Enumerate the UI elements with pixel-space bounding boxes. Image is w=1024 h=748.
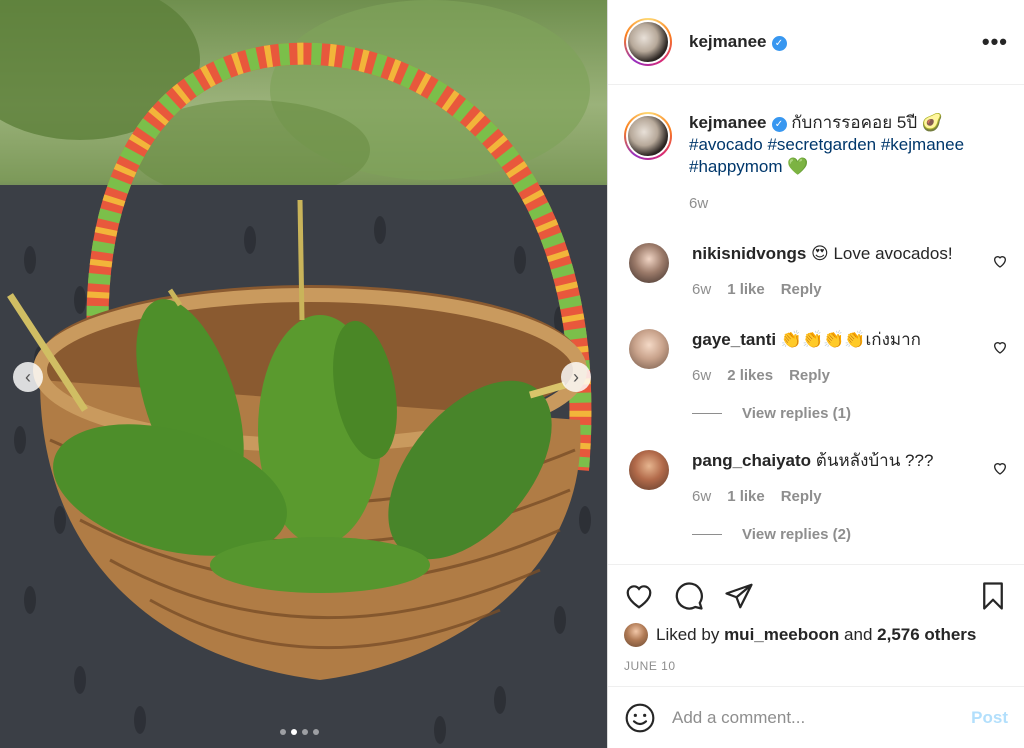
chevron-right-icon: ›: [573, 367, 579, 387]
reply-button[interactable]: Reply: [781, 279, 822, 301]
post-caption: kejmanee ✓ กับการรอคอย 5ปี 🥑 #avocado #se…: [624, 86, 1008, 215]
like-comment-heart-icon[interactable]: [992, 460, 1008, 476]
liked-by-and: and: [844, 625, 873, 644]
likes-count[interactable]: 2,576 others: [877, 625, 976, 645]
view-replies-label: View replies (2): [742, 526, 851, 543]
caption-hashtags[interactable]: #avocado #secretgarden #kejmanee: [689, 135, 964, 154]
comment-item: pang_chaiyato ต้นหลังบ้าน ??? 6w 1 like …: [624, 450, 1008, 508]
comment-bubble-icon[interactable]: [674, 581, 704, 611]
view-replies-button[interactable]: View replies (2): [692, 526, 1008, 543]
caption-text: กับการรอคอย 5ปี 🥑: [791, 113, 944, 132]
replies-divider-line: [692, 413, 722, 414]
comment-username[interactable]: nikisnidvongs: [692, 244, 806, 263]
comment-composer: Post: [608, 686, 1024, 748]
carousel-dot-active: [291, 729, 297, 735]
post-date: JUNE 10: [624, 659, 676, 673]
replies-divider-line: [692, 534, 722, 535]
post-side-panel: kejmanee ✓ ••• kejmanee ✓ กับการรอคอย 5ปี …: [607, 0, 1024, 748]
post-actions: Liked by mui_meeboon and 2,576 others JU…: [608, 564, 1024, 673]
liked-by-avatar[interactable]: [624, 623, 648, 647]
author-username[interactable]: kejmanee ✓: [689, 32, 787, 52]
like-heart-icon[interactable]: [624, 581, 654, 611]
like-comment-heart-icon[interactable]: [992, 339, 1008, 355]
carousel-dot: [280, 729, 286, 735]
liked-by-username[interactable]: mui_meeboon: [724, 625, 839, 645]
verified-badge-icon: ✓: [771, 117, 787, 132]
comment-likes[interactable]: 2 likes: [727, 365, 773, 387]
chevron-left-icon: ‹: [25, 367, 31, 387]
next-slide-button[interactable]: ›: [561, 362, 591, 392]
view-replies-button[interactable]: View replies (1): [692, 405, 1008, 422]
comment-time: 6w: [692, 367, 712, 384]
comment-avatar[interactable]: [629, 450, 669, 490]
comment-text: ต้นหลังบ้าน ???: [815, 451, 934, 470]
comment-likes[interactable]: 1 like: [727, 486, 765, 508]
caption-timestamp: 6w: [689, 195, 709, 212]
more-options-icon[interactable]: •••: [982, 29, 1008, 55]
comment-time: 6w: [692, 488, 712, 505]
comment-avatar[interactable]: [629, 329, 669, 369]
comment-item: gaye_tanti 👏👏👏👏เก่งมาก 6w 2 likes Reply: [624, 329, 1008, 387]
caption-username[interactable]: kejmanee: [689, 113, 767, 132]
comments-list[interactable]: kejmanee ✓ กับการรอคอย 5ปี 🥑 #avocado #se…: [608, 86, 1024, 564]
reply-button[interactable]: Reply: [781, 486, 822, 508]
share-paper-plane-icon[interactable]: [724, 581, 754, 611]
reply-button[interactable]: Reply: [789, 365, 830, 387]
post-comment-button[interactable]: Post: [971, 708, 1008, 728]
caption-author-avatar[interactable]: [624, 112, 672, 160]
comment-avatar[interactable]: [629, 243, 669, 283]
caption-hashtag-happymom[interactable]: #happymom: [689, 157, 783, 176]
add-comment-input[interactable]: [672, 707, 972, 728]
avocado-basket-image: [0, 0, 607, 748]
post-photo[interactable]: ‹ ›: [0, 0, 607, 748]
save-bookmark-icon[interactable]: [978, 581, 1008, 611]
comment-item: nikisnidvongs 😍 Love avocados! 6w 1 like…: [624, 243, 1008, 301]
emoji-picker-icon[interactable]: [624, 702, 656, 734]
carousel-indicator: [280, 729, 319, 735]
previous-slide-button[interactable]: ‹: [13, 362, 43, 392]
comment-text: 😍 Love avocados!: [811, 244, 953, 263]
post-header: kejmanee ✓ •••: [608, 0, 1024, 85]
comment-time: 6w: [692, 281, 712, 298]
carousel-dot: [302, 729, 308, 735]
liked-by-prefix: Liked by: [656, 625, 720, 644]
comment-username[interactable]: pang_chaiyato: [692, 451, 811, 470]
green-heart-emoji: 💚: [787, 157, 809, 176]
comment-text: 👏👏👏👏เก่งมาก: [780, 330, 921, 349]
author-username-text[interactable]: kejmanee: [689, 32, 767, 51]
comment-username[interactable]: gaye_tanti: [692, 330, 776, 349]
like-comment-heart-icon[interactable]: [992, 253, 1008, 269]
carousel-dot: [313, 729, 319, 735]
action-bar: [624, 565, 1008, 627]
verified-badge-icon: ✓: [771, 36, 787, 51]
liked-by-summary: Liked by mui_meeboon and 2,576 others: [624, 623, 1008, 647]
view-replies-label: View replies (1): [742, 405, 851, 422]
comment-likes[interactable]: 1 like: [727, 279, 765, 301]
author-avatar[interactable]: [624, 18, 672, 66]
